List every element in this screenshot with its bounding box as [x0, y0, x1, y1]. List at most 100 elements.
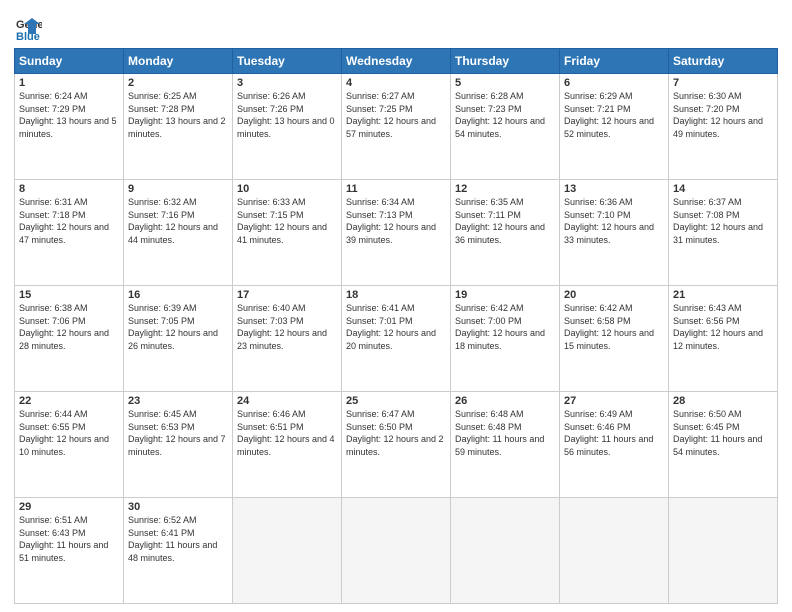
calendar-cell: 5Sunrise: 6:28 AMSunset: 7:23 PMDaylight…: [451, 74, 560, 180]
day-number: 11: [346, 183, 446, 195]
day-info: Sunrise: 6:29 AMSunset: 7:21 PMDaylight:…: [564, 90, 664, 140]
day-number: 25: [346, 395, 446, 407]
day-number: 21: [673, 289, 773, 301]
day-number: 22: [19, 395, 119, 407]
day-number: 18: [346, 289, 446, 301]
svg-text:Blue: Blue: [16, 31, 40, 42]
day-number: 29: [19, 501, 119, 513]
day-number: 28: [673, 395, 773, 407]
day-header-thursday: Thursday: [451, 49, 560, 74]
calendar-cell: [560, 498, 669, 604]
day-number: 8: [19, 183, 119, 195]
calendar-cell: 28Sunrise: 6:50 AMSunset: 6:45 PMDayligh…: [669, 392, 778, 498]
day-info: Sunrise: 6:42 AMSunset: 7:00 PMDaylight:…: [455, 302, 555, 352]
day-info: Sunrise: 6:27 AMSunset: 7:25 PMDaylight:…: [346, 90, 446, 140]
calendar-cell: 6Sunrise: 6:29 AMSunset: 7:21 PMDaylight…: [560, 74, 669, 180]
calendar-cell: 25Sunrise: 6:47 AMSunset: 6:50 PMDayligh…: [342, 392, 451, 498]
calendar-cell: 9Sunrise: 6:32 AMSunset: 7:16 PMDaylight…: [124, 180, 233, 286]
day-info: Sunrise: 6:41 AMSunset: 7:01 PMDaylight:…: [346, 302, 446, 352]
calendar-cell: 21Sunrise: 6:43 AMSunset: 6:56 PMDayligh…: [669, 286, 778, 392]
day-number: 12: [455, 183, 555, 195]
calendar-cell: 29Sunrise: 6:51 AMSunset: 6:43 PMDayligh…: [15, 498, 124, 604]
day-number: 23: [128, 395, 228, 407]
day-info: Sunrise: 6:30 AMSunset: 7:20 PMDaylight:…: [673, 90, 773, 140]
calendar-header-row: SundayMondayTuesdayWednesdayThursdayFrid…: [15, 49, 778, 74]
day-header-sunday: Sunday: [15, 49, 124, 74]
day-number: 13: [564, 183, 664, 195]
calendar-cell: 16Sunrise: 6:39 AMSunset: 7:05 PMDayligh…: [124, 286, 233, 392]
day-info: Sunrise: 6:26 AMSunset: 7:26 PMDaylight:…: [237, 90, 337, 140]
calendar-week-1: 1Sunrise: 6:24 AMSunset: 7:29 PMDaylight…: [15, 74, 778, 180]
day-info: Sunrise: 6:32 AMSunset: 7:16 PMDaylight:…: [128, 196, 228, 246]
day-info: Sunrise: 6:34 AMSunset: 7:13 PMDaylight:…: [346, 196, 446, 246]
calendar-cell: 7Sunrise: 6:30 AMSunset: 7:20 PMDaylight…: [669, 74, 778, 180]
calendar-cell: 11Sunrise: 6:34 AMSunset: 7:13 PMDayligh…: [342, 180, 451, 286]
day-info: Sunrise: 6:42 AMSunset: 6:58 PMDaylight:…: [564, 302, 664, 352]
day-number: 10: [237, 183, 337, 195]
day-info: Sunrise: 6:49 AMSunset: 6:46 PMDaylight:…: [564, 408, 664, 458]
day-header-saturday: Saturday: [669, 49, 778, 74]
calendar-cell: 23Sunrise: 6:45 AMSunset: 6:53 PMDayligh…: [124, 392, 233, 498]
day-number: 27: [564, 395, 664, 407]
day-number: 15: [19, 289, 119, 301]
day-header-friday: Friday: [560, 49, 669, 74]
day-info: Sunrise: 6:50 AMSunset: 6:45 PMDaylight:…: [673, 408, 773, 458]
calendar-cell: 26Sunrise: 6:48 AMSunset: 6:48 PMDayligh…: [451, 392, 560, 498]
day-number: 7: [673, 77, 773, 89]
day-info: Sunrise: 6:25 AMSunset: 7:28 PMDaylight:…: [128, 90, 228, 140]
day-info: Sunrise: 6:45 AMSunset: 6:53 PMDaylight:…: [128, 408, 228, 458]
day-info: Sunrise: 6:51 AMSunset: 6:43 PMDaylight:…: [19, 514, 119, 564]
page-header: General Blue: [14, 10, 778, 42]
calendar-cell: 2Sunrise: 6:25 AMSunset: 7:28 PMDaylight…: [124, 74, 233, 180]
day-number: 30: [128, 501, 228, 513]
calendar-cell: 4Sunrise: 6:27 AMSunset: 7:25 PMDaylight…: [342, 74, 451, 180]
day-info: Sunrise: 6:39 AMSunset: 7:05 PMDaylight:…: [128, 302, 228, 352]
calendar-cell: 10Sunrise: 6:33 AMSunset: 7:15 PMDayligh…: [233, 180, 342, 286]
calendar-cell: 22Sunrise: 6:44 AMSunset: 6:55 PMDayligh…: [15, 392, 124, 498]
logo-icon: General Blue: [14, 14, 42, 42]
day-number: 17: [237, 289, 337, 301]
day-header-tuesday: Tuesday: [233, 49, 342, 74]
calendar-cell: 17Sunrise: 6:40 AMSunset: 7:03 PMDayligh…: [233, 286, 342, 392]
calendar-cell: 13Sunrise: 6:36 AMSunset: 7:10 PMDayligh…: [560, 180, 669, 286]
calendar-week-3: 15Sunrise: 6:38 AMSunset: 7:06 PMDayligh…: [15, 286, 778, 392]
calendar-week-4: 22Sunrise: 6:44 AMSunset: 6:55 PMDayligh…: [15, 392, 778, 498]
day-number: 4: [346, 77, 446, 89]
calendar-cell: 15Sunrise: 6:38 AMSunset: 7:06 PMDayligh…: [15, 286, 124, 392]
day-number: 24: [237, 395, 337, 407]
calendar-week-5: 29Sunrise: 6:51 AMSunset: 6:43 PMDayligh…: [15, 498, 778, 604]
calendar-cell: [451, 498, 560, 604]
day-header-wednesday: Wednesday: [342, 49, 451, 74]
logo: General Blue: [14, 14, 42, 42]
day-number: 16: [128, 289, 228, 301]
day-info: Sunrise: 6:47 AMSunset: 6:50 PMDaylight:…: [346, 408, 446, 458]
calendar-cell: 27Sunrise: 6:49 AMSunset: 6:46 PMDayligh…: [560, 392, 669, 498]
calendar-cell: 14Sunrise: 6:37 AMSunset: 7:08 PMDayligh…: [669, 180, 778, 286]
day-info: Sunrise: 6:38 AMSunset: 7:06 PMDaylight:…: [19, 302, 119, 352]
day-number: 6: [564, 77, 664, 89]
day-info: Sunrise: 6:52 AMSunset: 6:41 PMDaylight:…: [128, 514, 228, 564]
day-number: 14: [673, 183, 773, 195]
calendar-cell: 12Sunrise: 6:35 AMSunset: 7:11 PMDayligh…: [451, 180, 560, 286]
day-info: Sunrise: 6:46 AMSunset: 6:51 PMDaylight:…: [237, 408, 337, 458]
calendar-cell: 18Sunrise: 6:41 AMSunset: 7:01 PMDayligh…: [342, 286, 451, 392]
day-number: 2: [128, 77, 228, 89]
day-number: 3: [237, 77, 337, 89]
day-number: 20: [564, 289, 664, 301]
day-info: Sunrise: 6:35 AMSunset: 7:11 PMDaylight:…: [455, 196, 555, 246]
calendar-cell: [669, 498, 778, 604]
calendar-cell: 24Sunrise: 6:46 AMSunset: 6:51 PMDayligh…: [233, 392, 342, 498]
day-number: 9: [128, 183, 228, 195]
calendar-cell: 1Sunrise: 6:24 AMSunset: 7:29 PMDaylight…: [15, 74, 124, 180]
calendar-table: SundayMondayTuesdayWednesdayThursdayFrid…: [14, 48, 778, 604]
day-info: Sunrise: 6:31 AMSunset: 7:18 PMDaylight:…: [19, 196, 119, 246]
calendar-cell: 3Sunrise: 6:26 AMSunset: 7:26 PMDaylight…: [233, 74, 342, 180]
calendar-cell: 8Sunrise: 6:31 AMSunset: 7:18 PMDaylight…: [15, 180, 124, 286]
calendar-cell: 30Sunrise: 6:52 AMSunset: 6:41 PMDayligh…: [124, 498, 233, 604]
day-info: Sunrise: 6:48 AMSunset: 6:48 PMDaylight:…: [455, 408, 555, 458]
calendar-cell: [233, 498, 342, 604]
day-info: Sunrise: 6:28 AMSunset: 7:23 PMDaylight:…: [455, 90, 555, 140]
calendar-cell: 19Sunrise: 6:42 AMSunset: 7:00 PMDayligh…: [451, 286, 560, 392]
day-number: 19: [455, 289, 555, 301]
calendar-week-2: 8Sunrise: 6:31 AMSunset: 7:18 PMDaylight…: [15, 180, 778, 286]
